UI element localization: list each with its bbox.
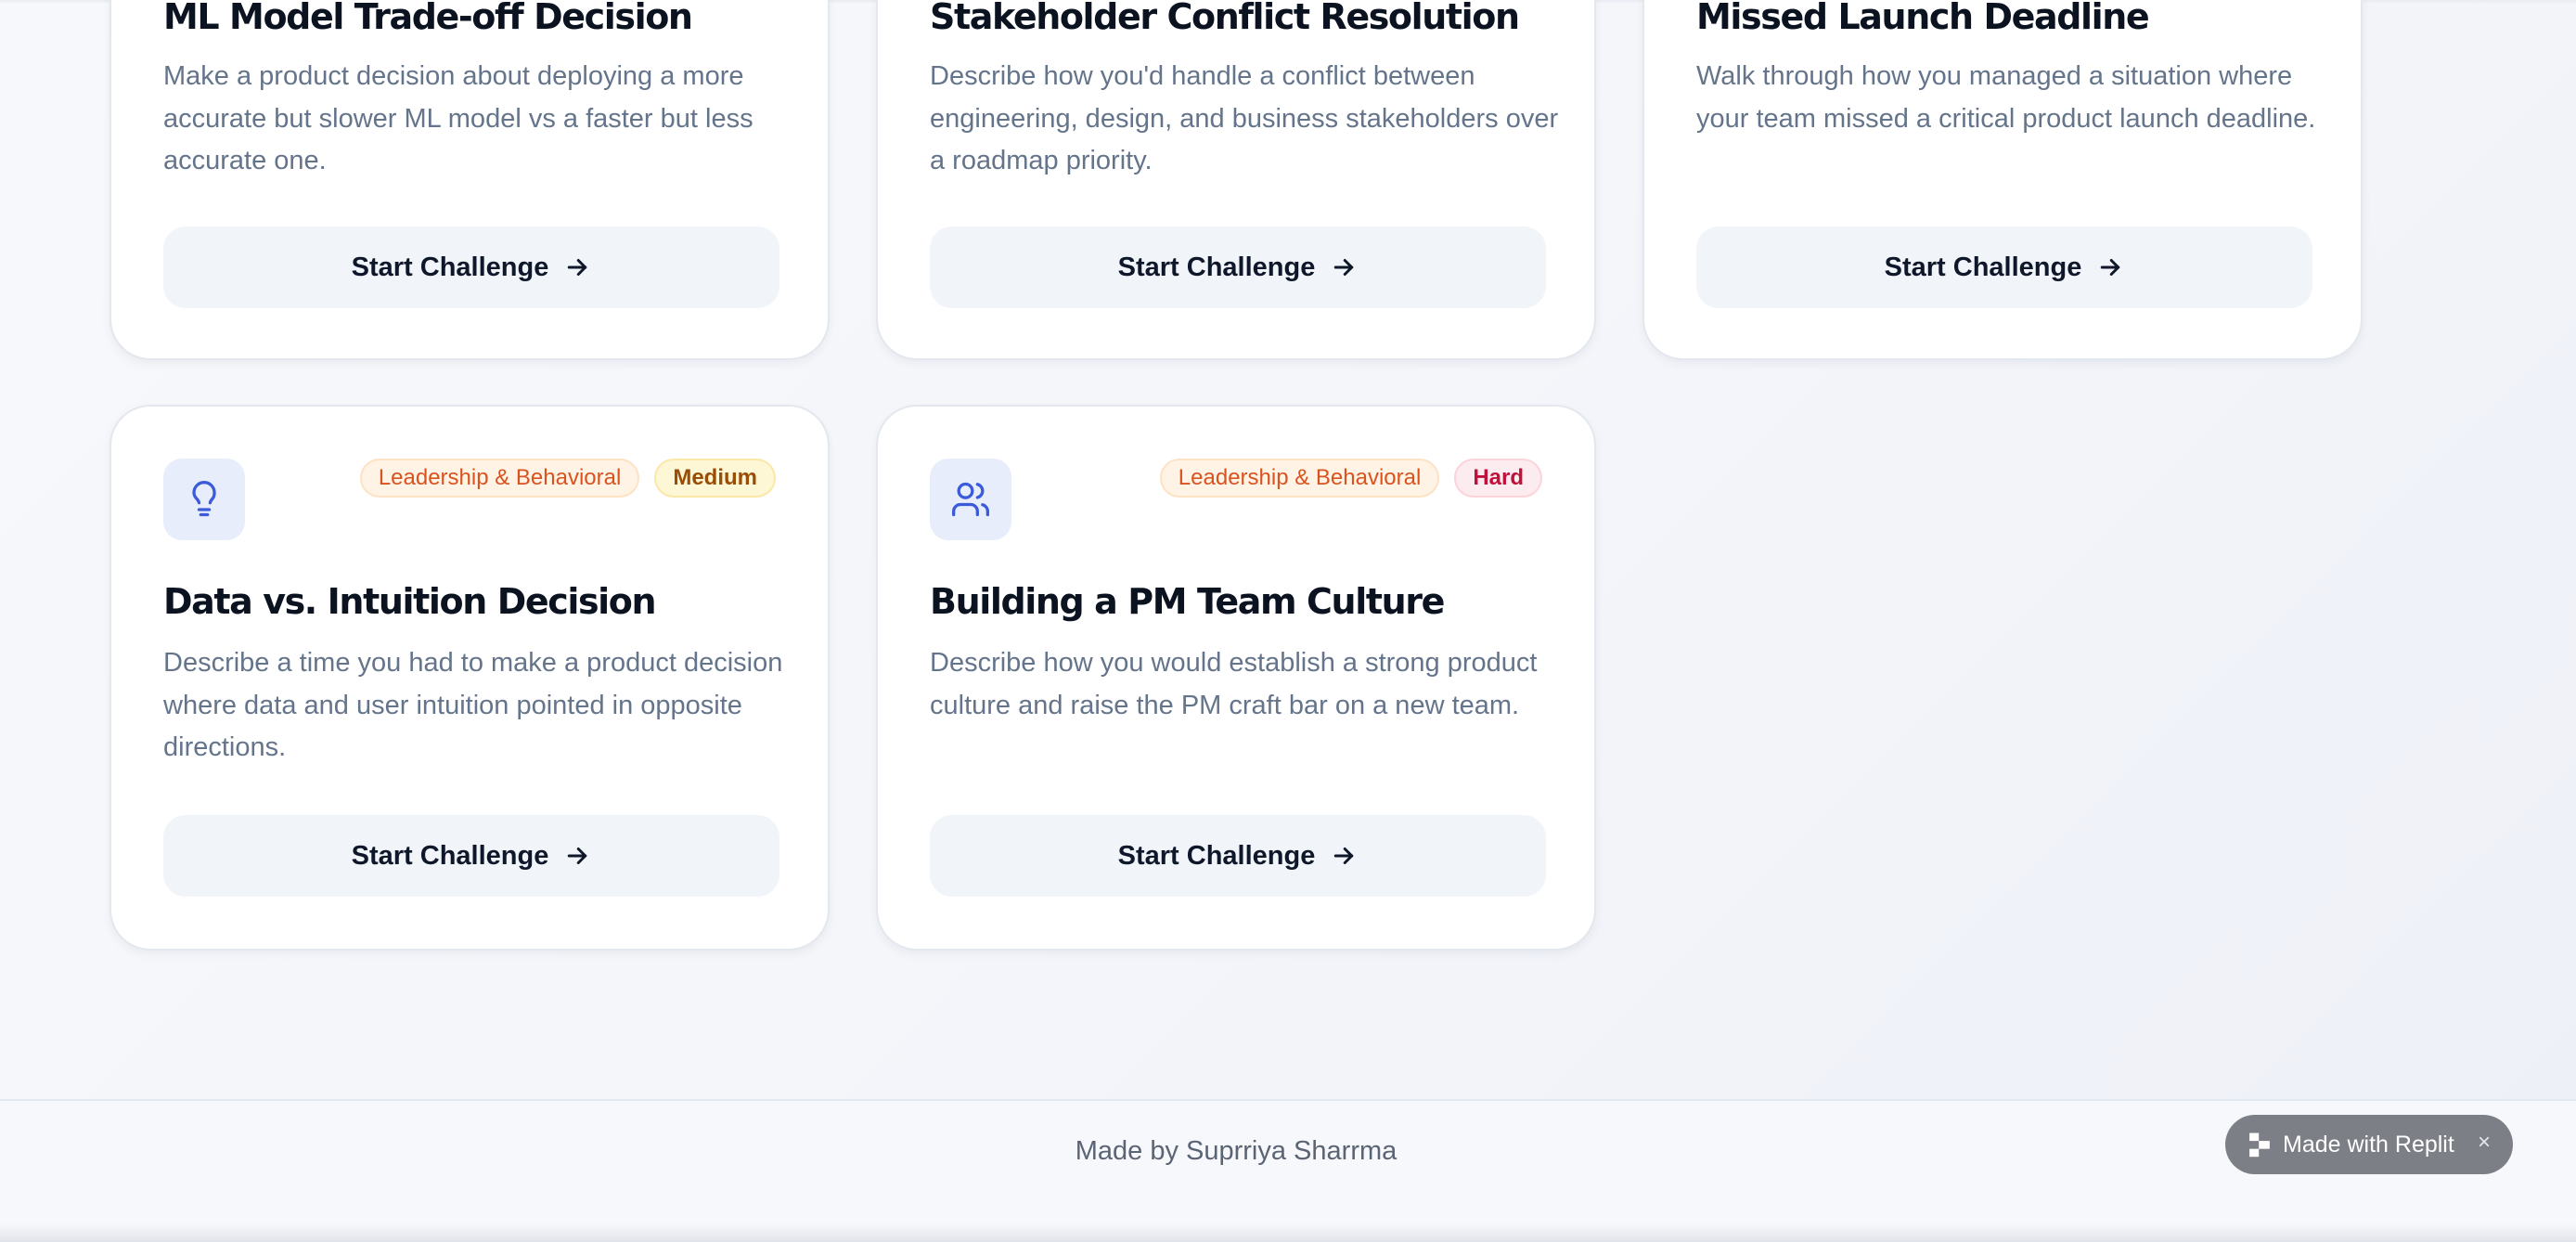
card-badges: Leadership & Behavioral Hard — [1159, 459, 1542, 498]
card-description: Describe how you'd handle a conflict bet… — [930, 61, 1559, 175]
challenge-card-missed-launch: Missed Launch Deadline Walk through how … — [1642, 0, 2363, 360]
made-with-replit-badge[interactable]: Made with Replit × — [2225, 1115, 2513, 1174]
card-description: Walk through how you managed a situation… — [1696, 61, 2316, 134]
arrow-right-icon — [1334, 259, 1354, 276]
card-icon-container — [163, 459, 245, 540]
start-challenge-label: Start Challenge — [1117, 840, 1316, 871]
arrow-right-icon — [1334, 847, 1354, 864]
start-challenge-button[interactable]: Start Challenge — [163, 815, 779, 897]
start-challenge-button[interactable]: Start Challenge — [930, 815, 1546, 897]
card-title: Data vs. Intuition Decision — [163, 581, 657, 622]
start-challenge-button[interactable]: Start Challenge — [1696, 226, 2312, 308]
close-icon[interactable]: × — [2478, 1130, 2491, 1156]
difficulty-badge: Hard — [1454, 459, 1542, 498]
card-badges: Leadership & Behavioral Medium — [359, 459, 776, 498]
card-description: Describe a time you had to make a produc… — [163, 648, 783, 762]
start-challenge-button[interactable]: Start Challenge — [163, 226, 779, 308]
challenge-card-ml-model-tradeoff: ML Model Trade-off Decision Make a produ… — [109, 0, 830, 360]
footer-credit: Made by Suprriya Sharrma — [1075, 1136, 1397, 1166]
start-challenge-label: Start Challenge — [1884, 252, 2082, 282]
category-badge: Leadership & Behavioral — [1159, 459, 1440, 498]
arrow-right-icon — [2101, 259, 2120, 276]
users-icon — [952, 482, 989, 517]
start-challenge-label: Start Challenge — [351, 252, 549, 282]
start-challenge-label: Start Challenge — [351, 840, 549, 871]
start-challenge-label: Start Challenge — [1117, 252, 1316, 282]
page-footer: Made by Suprriya Sharrma — [0, 1099, 2576, 1242]
card-title: Building a PM Team Culture — [930, 581, 1445, 622]
challenge-card-data-vs-intuition: Leadership & Behavioral Medium Data vs. … — [109, 405, 830, 951]
card-title: Stakeholder Conflict Resolution — [930, 0, 1520, 37]
bottom-edge-shadow — [0, 1223, 2576, 1242]
card-description: Make a product decision about deploying … — [163, 61, 753, 175]
difficulty-badge: Medium — [654, 459, 776, 498]
challenge-card-pm-team-culture: Leadership & Behavioral Hard Building a … — [876, 405, 1596, 951]
lightbulb-icon — [192, 481, 216, 517]
card-icon-container — [930, 459, 1011, 540]
arrow-right-icon — [568, 847, 587, 864]
replit-badge-label: Made with Replit — [2283, 1131, 2454, 1158]
card-title: ML Model Trade-off Decision — [163, 0, 693, 37]
arrow-right-icon — [568, 259, 587, 276]
category-badge: Leadership & Behavioral — [359, 459, 640, 498]
card-description: Describe how you would establish a stron… — [930, 648, 1538, 720]
card-title: Missed Launch Deadline — [1696, 0, 2150, 37]
replit-logo-icon — [2249, 1132, 2270, 1158]
start-challenge-button[interactable]: Start Challenge — [930, 226, 1546, 308]
challenge-card-stakeholder-conflict: Stakeholder Conflict Resolution Describe… — [876, 0, 1596, 360]
